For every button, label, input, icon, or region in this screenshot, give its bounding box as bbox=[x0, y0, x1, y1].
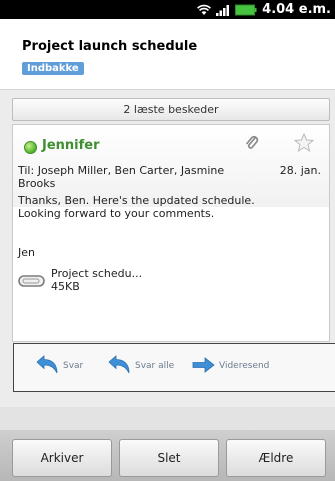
message-signature: Jen bbox=[18, 246, 35, 259]
star-icon[interactable] bbox=[293, 132, 315, 156]
sender-name[interactable]: Jennifer bbox=[42, 138, 100, 153]
attachment-icon bbox=[18, 273, 46, 292]
attachment-item[interactable]: Project schedu... 45KB bbox=[18, 265, 218, 297]
message-card: Jennifer Til: Joseph Miller, Ben Carter,… bbox=[12, 124, 335, 392]
forward-icon bbox=[192, 356, 216, 376]
older-button[interactable]: Ældre bbox=[226, 439, 326, 477]
reply-all-button[interactable]: Svar alle bbox=[106, 352, 174, 380]
reply-button[interactable]: Svar bbox=[34, 352, 83, 380]
reply-icon bbox=[34, 354, 60, 379]
status-bar: 4.04 e.m. bbox=[0, 0, 335, 19]
message-body: Thanks, Ben. Here's the updated schedule… bbox=[18, 194, 318, 220]
forward-label: Videresend bbox=[219, 361, 270, 371]
bottom-toolbar: Arkiver Slet Ældre bbox=[0, 430, 335, 481]
attachment-name: Project schedu... bbox=[51, 267, 143, 280]
wifi-icon bbox=[197, 4, 212, 16]
battery-icon bbox=[235, 4, 257, 16]
folder-label[interactable]: Indbakke bbox=[22, 62, 84, 75]
message-body-line: Thanks, Ben. Here's the updated schedule… bbox=[18, 194, 255, 207]
reply-all-icon bbox=[106, 354, 132, 379]
message-subject: Project launch schedule bbox=[22, 39, 198, 54]
signal-icon bbox=[216, 4, 230, 16]
attachment-size: 45KB bbox=[51, 280, 80, 293]
forward-button[interactable]: Videresend bbox=[192, 352, 269, 380]
conversation-area: 2 læste beskeder Jennifer Til: Joseph Mi… bbox=[0, 90, 335, 407]
message-header: Project launch schedule Indbakke bbox=[0, 19, 335, 90]
status-time: 4.04 e.m. bbox=[262, 2, 331, 17]
presence-status-icon bbox=[24, 141, 37, 154]
read-messages-bar[interactable]: 2 læste beskeder bbox=[12, 98, 330, 121]
archive-button[interactable]: Arkiver bbox=[12, 439, 112, 477]
message-actions: Svar Svar alle Videresend bbox=[13, 343, 335, 392]
reply-label: Svar bbox=[63, 361, 84, 371]
message-body-line: Looking forward to your comments. bbox=[18, 207, 215, 220]
reply-all-label: Svar alle bbox=[135, 361, 175, 371]
recipients-line: Til: Joseph Miller, Ben Carter, Jasmine … bbox=[18, 164, 225, 190]
message-date: 28. jan. bbox=[279, 164, 321, 177]
delete-button[interactable]: Slet bbox=[119, 439, 219, 477]
paperclip-icon bbox=[245, 135, 259, 155]
